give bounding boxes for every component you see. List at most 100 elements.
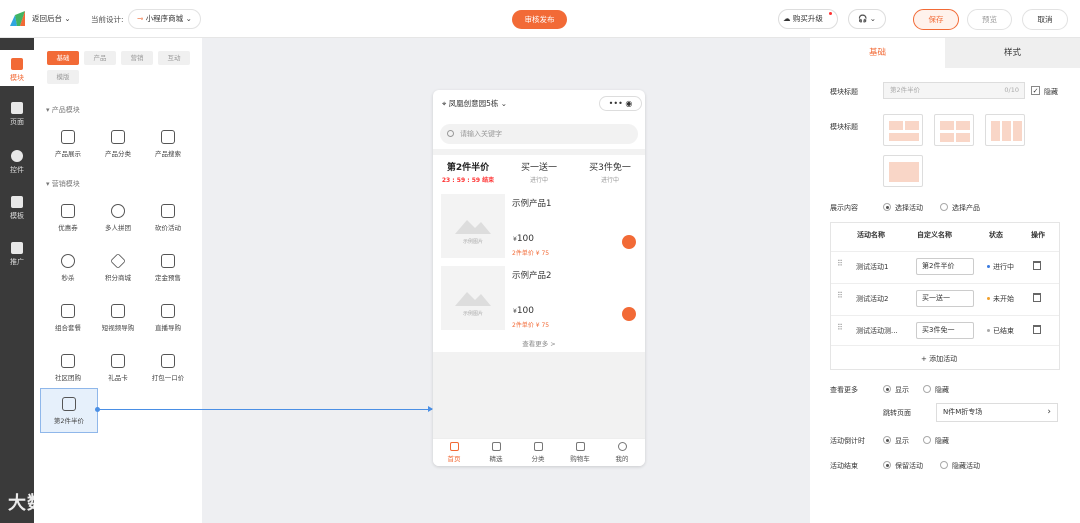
list-icon bbox=[111, 130, 125, 144]
module-community-buy[interactable]: 社区团购 bbox=[40, 352, 96, 392]
nav-item-widgets[interactable]: 控件 bbox=[0, 142, 34, 178]
notification-dot bbox=[829, 12, 832, 15]
title-style-option-1[interactable] bbox=[883, 114, 923, 146]
view-more-label: 查看更多 bbox=[830, 386, 858, 394]
community-icon bbox=[61, 354, 75, 368]
module-flash-sale[interactable]: 秒杀 bbox=[40, 252, 96, 292]
product-image: 示例图片 bbox=[441, 266, 505, 330]
jump-page-select[interactable]: N件M折专场 › bbox=[936, 403, 1058, 422]
module-group-buy[interactable]: 多人拼团 bbox=[90, 202, 146, 242]
view-more-link[interactable]: 查看更多 > bbox=[433, 338, 645, 348]
table-row: ⠿ 测试活动2 买一送一 未开始 bbox=[831, 283, 1059, 313]
cancel-button[interactable]: 取消 bbox=[1022, 9, 1068, 30]
module-product-display[interactable]: 产品展示 bbox=[40, 128, 96, 168]
title-style-option-2[interactable] bbox=[934, 114, 974, 146]
module-points-mall[interactable]: 积分商城 bbox=[90, 252, 146, 292]
delete-icon[interactable] bbox=[1033, 293, 1041, 302]
tab-style-settings[interactable]: 样式 bbox=[945, 38, 1080, 68]
hide-checkbox[interactable]: ✓ bbox=[1031, 86, 1040, 95]
module-product-category[interactable]: 产品分类 bbox=[90, 128, 146, 168]
points-icon bbox=[110, 253, 126, 269]
tab-marketing[interactable]: 营销 bbox=[121, 51, 153, 65]
module-product-search[interactable]: 产品搜索 bbox=[140, 128, 196, 168]
tab-template[interactable]: 模版 bbox=[47, 70, 79, 84]
support-button[interactable]: 🎧 ⌄ bbox=[848, 9, 886, 29]
publish-button[interactable]: 审核发布 bbox=[512, 10, 567, 29]
current-design-label: 当前设计: bbox=[91, 15, 124, 24]
coupon-icon bbox=[61, 204, 75, 218]
group-icon bbox=[111, 204, 125, 218]
module-coupon[interactable]: 优惠券 bbox=[40, 202, 96, 242]
activity-tab-1[interactable]: 第2件半价 23 : 59 : 59 结束 bbox=[433, 160, 503, 184]
delete-icon[interactable] bbox=[1033, 325, 1041, 334]
home-icon bbox=[449, 442, 459, 451]
location-selector[interactable]: ⌖ 凤凰创意园5栋 ⌄ bbox=[442, 98, 507, 109]
module-bundle-price[interactable]: 打包一口价 bbox=[140, 352, 196, 392]
tabbar-cart[interactable]: 购物车 bbox=[559, 442, 601, 463]
giftcard-icon bbox=[111, 354, 125, 368]
add-to-cart-icon[interactable] bbox=[622, 235, 636, 249]
tab-interactive[interactable]: 互动 bbox=[158, 51, 190, 65]
preview-button[interactable]: 预览 bbox=[967, 9, 1012, 30]
image-placeholder-icon bbox=[455, 292, 491, 306]
add-activity-button[interactable]: + 添加活动 bbox=[921, 354, 957, 364]
col-custom-name: 自定义名称 bbox=[917, 231, 952, 239]
search-input[interactable]: 请输入关键字 bbox=[440, 124, 638, 144]
radio-countdown-hide[interactable]: 隐藏 bbox=[923, 436, 949, 446]
tabbar-featured[interactable]: 精选 bbox=[475, 442, 517, 463]
custom-name-input[interactable]: 第2件半价 bbox=[916, 258, 974, 275]
gift-icon bbox=[491, 442, 501, 451]
radio-select-product[interactable]: 选择产品 bbox=[940, 203, 980, 213]
drag-handle-icon[interactable]: ⠿ bbox=[837, 324, 843, 335]
radio-countdown-show[interactable]: 显示 bbox=[883, 436, 909, 446]
add-to-cart-icon[interactable] bbox=[622, 307, 636, 321]
drag-handle-icon[interactable]: ⠿ bbox=[837, 292, 843, 303]
percent-icon bbox=[62, 397, 76, 411]
miniapp-capsule[interactable]: ••• ◉ bbox=[599, 96, 642, 111]
delete-icon[interactable] bbox=[1033, 261, 1041, 270]
module-video-shopping[interactable]: 短视频导购 bbox=[90, 302, 146, 342]
upgrade-button[interactable]: ☁ 购买升级 bbox=[778, 9, 838, 29]
back-to-admin-link[interactable]: 返回后台 ⌄ bbox=[32, 13, 71, 24]
activity-tab-2[interactable]: 买一送一 进行中 bbox=[504, 160, 574, 184]
nav-item-promotion[interactable]: 推广 bbox=[0, 234, 34, 270]
product-card[interactable]: 示例图片 示例产品2 ¥100 2件单价 ¥ 75 bbox=[441, 266, 637, 332]
activity-tab-3[interactable]: 买3件免一 进行中 bbox=[575, 160, 645, 184]
custom-name-input[interactable]: 买3件免一 bbox=[916, 322, 974, 339]
tab-basic-settings[interactable]: 基础 bbox=[810, 38, 945, 68]
tabbar-home[interactable]: 首页 bbox=[433, 442, 475, 463]
module-combo[interactable]: 组合套餐 bbox=[40, 302, 96, 342]
tab-product[interactable]: 产品 bbox=[84, 51, 116, 65]
custom-name-input[interactable]: 买一送一 bbox=[916, 290, 974, 307]
radio-view-more-show[interactable]: 显示 bbox=[883, 385, 909, 395]
save-button[interactable]: 保存 bbox=[913, 9, 959, 30]
more-dots-icon: ••• bbox=[608, 99, 623, 108]
radio-select-activity[interactable]: 选择活动 bbox=[883, 203, 923, 213]
radio-end-keep[interactable]: 保留活动 bbox=[883, 461, 923, 471]
tab-basic[interactable]: 基础 bbox=[47, 51, 79, 65]
module-bargain[interactable]: 砍价活动 bbox=[140, 202, 196, 242]
product-card[interactable]: 示例图片 示例产品1 ¥100 2件单价 ¥ 75 bbox=[441, 194, 637, 260]
current-design-select[interactable]: ⊸ 小程序商城 ⌄ bbox=[128, 9, 201, 29]
radio-end-hide[interactable]: 隐藏活动 bbox=[940, 461, 980, 471]
drag-handle-icon[interactable]: ⠿ bbox=[837, 260, 843, 271]
title-style-option-4[interactable] bbox=[883, 155, 923, 187]
tabbar-category[interactable]: 分类 bbox=[517, 442, 559, 463]
product-sub-price: 2件单价 ¥ 75 bbox=[512, 322, 550, 329]
radio-view-more-hide[interactable]: 隐藏 bbox=[923, 385, 949, 395]
module-title-input[interactable]: 第2件半价 0/10 bbox=[883, 82, 1025, 99]
nav-item-modules[interactable]: 模块 bbox=[0, 50, 34, 86]
module-second-half-price[interactable]: 第2件半价 bbox=[40, 388, 98, 433]
title-style-option-3[interactable] bbox=[985, 114, 1025, 146]
template-icon bbox=[11, 196, 23, 208]
tabbar-mine[interactable]: 我的 bbox=[601, 442, 643, 463]
module-gift-card[interactable]: 礼品卡 bbox=[90, 352, 146, 392]
timer-icon bbox=[61, 254, 75, 268]
module-title-label: 模块标题 bbox=[830, 88, 858, 96]
divider bbox=[433, 149, 645, 155]
module-live-shopping[interactable]: 直播导购 bbox=[140, 302, 196, 342]
nav-item-pages[interactable]: 页面 bbox=[0, 94, 34, 130]
nav-item-templates[interactable]: 模板 bbox=[0, 188, 34, 224]
phone-header: ⌖ 凤凰创意园5栋 ⌄ ••• ◉ bbox=[433, 90, 645, 118]
module-presale[interactable]: 定金预售 bbox=[140, 252, 196, 292]
